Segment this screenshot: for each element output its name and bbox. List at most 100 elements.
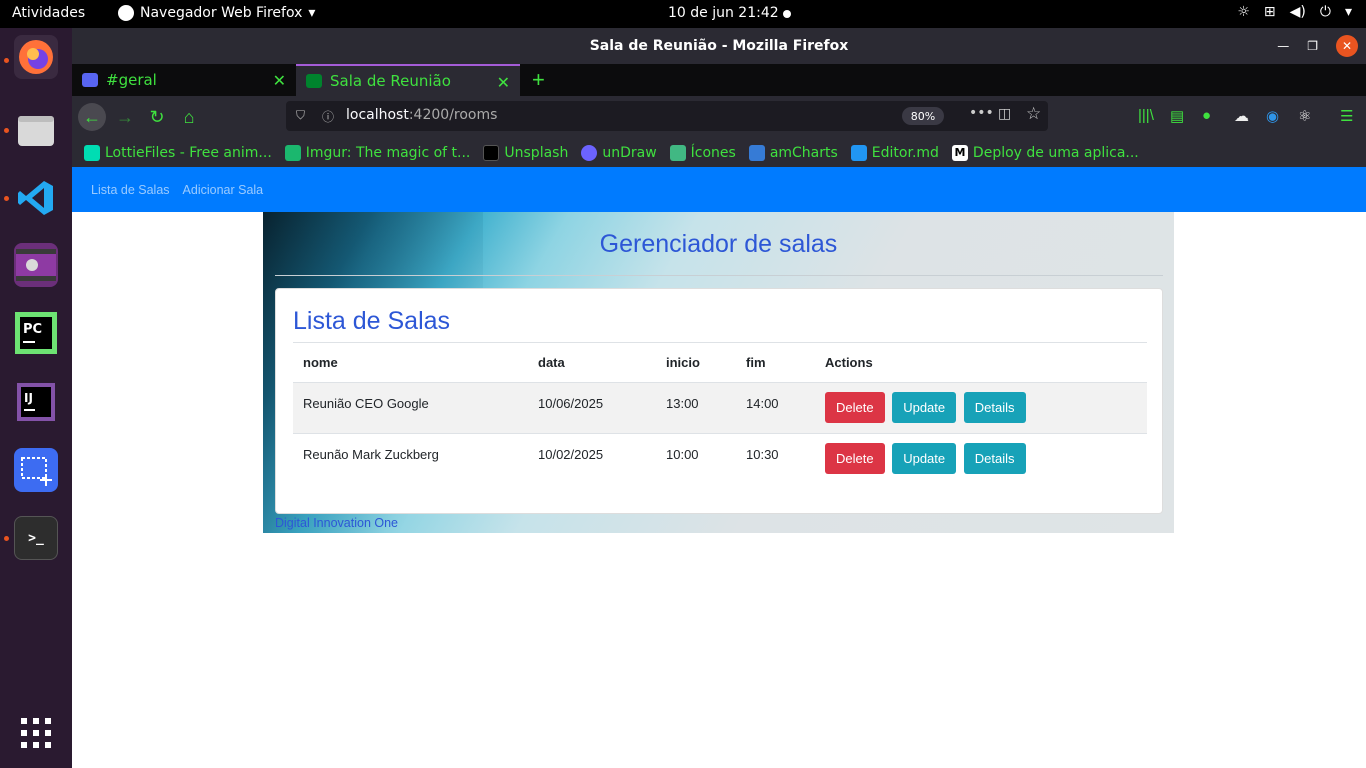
cell-data: 10/06/2025 [528,382,656,434]
url-bar[interactable]: ⛉ ⓘ localhost:4200/rooms 80% ••• ◫ ☆ [286,101,1048,131]
close-tab-icon[interactable]: ✕ [497,73,510,92]
app-menu[interactable]: Navegador Web Firefox ▾ [118,5,315,21]
minimize-icon[interactable]: — [1277,39,1289,53]
cell-inicio: 10:00 [666,447,699,462]
video-launcher[interactable] [14,243,58,287]
info-icon[interactable]: ⓘ [322,108,334,125]
navigation-toolbar: ← → ↻ ⌂ ⛉ ⓘ localhost:4200/rooms 80% •••… [72,96,1366,138]
delete-button[interactable]: Delete [825,392,885,423]
library-icon[interactable]: |||\ [1138,107,1154,124]
update-button[interactable]: Update [892,443,957,474]
show-apps-button[interactable] [14,711,58,755]
power-icon[interactable]: ⏻ [1320,4,1331,20]
column-header-data: data [528,342,656,383]
bookmark-item[interactable]: unDraw [581,144,657,161]
new-tab-button[interactable]: + [520,64,557,96]
chevron-down-icon: ▾ [308,5,316,21]
update-button[interactable]: Update [892,392,957,423]
tab-sala-de-reuniao[interactable]: Sala de Reunião ✕ [296,64,520,96]
tab-geral[interactable]: #geral ✕ [72,64,296,96]
bookmark-item[interactable]: Imgur: The magic of t... [284,144,471,161]
clock[interactable]: 10 de jun 21:42 [668,5,779,21]
amcharts-icon [748,144,765,161]
svg-text:PC: PC [23,322,42,337]
extension-icon[interactable]: ☁ [1234,107,1249,125]
notification-dot [783,10,791,18]
firefox-small-icon [118,5,134,21]
pocket-icon[interactable]: ◫ [998,106,1011,122]
rooms-card: Lista de Salas nome data inicio fim Acti… [275,288,1163,514]
meet-icon [306,74,322,88]
footer-credit[interactable]: Digital Innovation One [275,516,398,530]
bookmark-item[interactable]: amCharts [748,144,838,161]
app-menu-label: Navegador Web Firefox [140,5,303,21]
more-actions-icon[interactable]: ••• [969,105,994,121]
network-icon[interactable]: ⊞ [1264,4,1276,20]
tab-label: #geral [106,71,157,89]
bookmark-item[interactable]: Ícones [669,144,736,161]
cell-actions: Delete Update Details [815,382,1147,434]
volume-icon[interactable]: ◀) [1290,4,1306,20]
url-text[interactable]: localhost:4200/rooms [346,107,497,123]
nav-link-lista-de-salas[interactable]: Lista de Salas [91,183,170,197]
terminal-icon: >_ [28,530,44,546]
home-button[interactable]: ⌂ [175,103,203,131]
extension-icon[interactable]: ◉ [1266,107,1279,125]
bookmark-star-icon[interactable]: ☆ [1026,104,1041,124]
firefox-launcher[interactable] [14,35,58,79]
terminal-launcher[interactable]: >_ [14,516,58,560]
zoom-indicator[interactable]: 80% [902,107,944,125]
details-button[interactable]: Details [963,443,1026,474]
react-devtools-icon[interactable]: ⚛ [1298,107,1311,125]
imgur-icon [284,144,301,161]
maximize-icon[interactable]: ❐ [1307,39,1318,53]
account-icon[interactable]: ● [1202,107,1211,124]
dock: PC IJ >_ [0,28,72,768]
hamburger-menu-icon[interactable]: ☰ [1340,107,1353,125]
brightness-icon[interactable]: ☼ [1237,4,1250,20]
page-viewport: Lista de Salas Adicionar Sala Gerenciado… [72,167,1366,768]
discord-icon [82,73,98,87]
shield-icon[interactable]: ⛉ [296,108,305,123]
reload-button[interactable]: ↻ [143,103,171,131]
bookmark-item[interactable]: Editor.md [850,144,939,161]
arrow-left-icon: ← [83,106,101,127]
bookmark-item[interactable]: M Deploy de uma aplica... [951,144,1139,161]
system-tray[interactable]: ☼ ⊞ ◀) ⏻ ▾ [1237,4,1352,20]
intellij-icon: IJ [17,383,55,421]
close-window-button[interactable]: ✕ [1336,35,1358,57]
delete-button[interactable]: Delete [825,443,885,474]
files-launcher[interactable] [14,108,58,152]
forward-button[interactable]: → [111,103,139,131]
vscode-launcher[interactable] [14,176,58,220]
film-icon [16,249,56,281]
bookmark-label: Unsplash [504,144,569,161]
firefox-window: Sala de Reunião - Mozilla Firefox — ❐ ✕ … [72,28,1366,768]
undraw-icon [581,144,598,161]
firefox-icon [19,40,53,74]
bookmark-item[interactable]: Unsplash [483,144,569,161]
unsplash-icon [483,144,500,161]
lottiefiles-icon [84,144,100,161]
nav-link-adicionar-sala[interactable]: Adicionar Sala [183,183,264,197]
close-tab-icon[interactable]: ✕ [273,71,286,90]
details-button[interactable]: Details [963,392,1026,423]
screenshot-launcher[interactable] [14,448,58,492]
sidebar-icon[interactable]: ▤ [1170,107,1184,125]
chevron-down-icon[interactable]: ▾ [1345,4,1352,20]
bookmark-item[interactable]: LottieFiles - Free anim... [84,144,272,161]
pycharm-launcher[interactable]: PC [14,311,58,355]
activities-button[interactable]: Atividades [12,5,85,21]
bookmark-label: Imgur: The magic of t... [305,144,471,161]
back-button[interactable]: ← [78,103,106,131]
rooms-table: nome data inicio fim Actions Reunião CEO… [293,342,1147,485]
window-titlebar[interactable]: Sala de Reunião - Mozilla Firefox — ❐ ✕ [72,28,1366,64]
cell-fim: 10:30 [746,447,779,462]
page-title: Gerenciador de salas [599,230,838,258]
bookmark-label: unDraw [602,144,657,161]
intellij-launcher[interactable]: IJ [14,380,58,424]
arrow-right-icon: → [116,106,134,127]
url-path: :4200/rooms [408,107,498,123]
tab-strip: #geral ✕ Sala de Reunião ✕ + [72,64,1366,96]
cell-data: 10/02/2025 [538,447,604,462]
